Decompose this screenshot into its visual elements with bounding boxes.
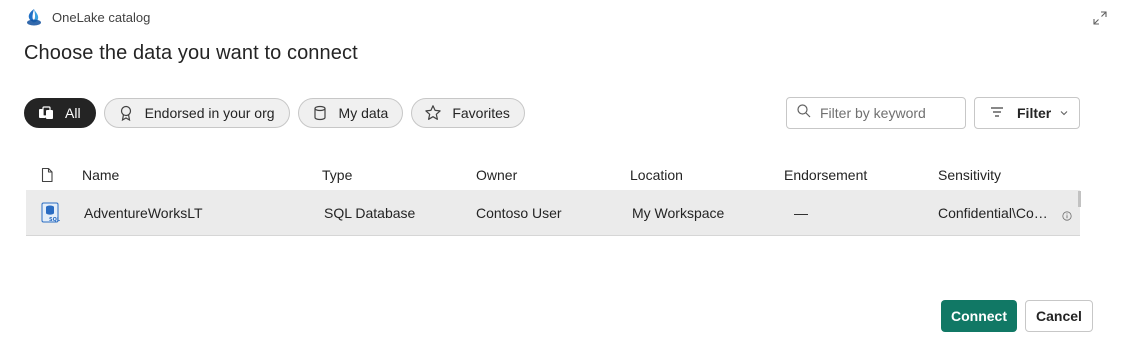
chevron-down-icon [1059,105,1069,121]
cell-type: SQL Database [324,204,416,221]
cancel-button[interactable]: Cancel [1025,300,1093,332]
pill-favorites[interactable]: Favorites [411,98,525,128]
info-icon[interactable] [1062,208,1072,221]
column-header-endorsement[interactable]: Endorsement [784,167,938,183]
pill-label: My data [338,105,389,121]
pill-all[interactable]: All [24,98,96,128]
onelake-logo-icon [24,7,44,27]
dialog-header: OneLake catalog [24,6,150,28]
header-file-icon [26,167,82,183]
app-title: OneLake catalog [52,9,151,25]
database-icon [311,104,329,122]
pill-my-data[interactable]: My data [297,98,404,128]
table-row[interactable]: SQL AdventureWorksLT SQL Database Contos… [26,190,1080,236]
cell-owner: Contoso User [476,204,562,221]
cell-endorsement: — [794,204,808,221]
pill-label: Favorites [452,105,510,121]
stacked-items-icon [37,104,55,122]
scrollbar-thumb[interactable] [1078,191,1081,207]
cell-location: My Workspace [632,204,725,221]
sensitivity-label: Confidential\Contoso [938,204,1052,221]
ribbon-icon [117,104,135,122]
data-table: Name Type Owner Location Endorsement Sen… [26,160,1080,236]
column-header-type[interactable]: Type [322,167,476,183]
column-header-location[interactable]: Location [630,167,784,183]
dialog-title: Choose the data you want to connect [24,42,358,64]
connect-button[interactable]: Connect [941,300,1017,332]
column-header-owner[interactable]: Owner [476,167,630,183]
pill-label: All [65,105,81,121]
pill-endorsed[interactable]: Endorsed in your org [103,98,290,128]
svg-text:SQL: SQL [49,217,61,223]
search-box [786,97,966,129]
sql-database-icon: SQL [26,202,82,224]
expand-icon[interactable] [1092,10,1108,26]
column-header-sensitivity[interactable]: Sensitivity [938,167,1080,183]
table-header: Name Type Owner Location Endorsement Sen… [26,160,1080,190]
filter-pills: All Endorsed in your org My data Favorit… [24,98,525,128]
filter-lines-icon [989,104,1005,123]
search-input[interactable] [820,105,960,121]
star-icon [424,104,442,122]
cell-name: AdventureWorksLT [84,204,203,221]
search-icon [796,103,812,124]
filter-label: Filter [1017,105,1052,121]
column-header-name[interactable]: Name [82,167,322,183]
cell-sensitivity: Confidential\Contoso [938,205,1080,221]
filter-button[interactable]: Filter [974,97,1080,129]
pill-label: Endorsed in your org [144,105,275,121]
